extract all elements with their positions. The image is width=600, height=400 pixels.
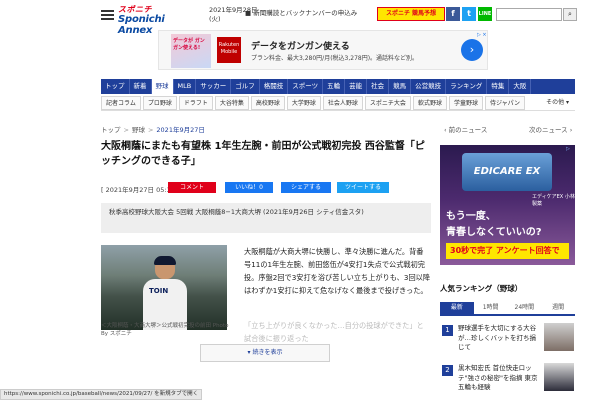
- ad-product: EDICARE EX: [462, 153, 552, 191]
- nav-item-top[interactable]: トップ: [101, 79, 130, 94]
- search-input[interactable]: [496, 8, 562, 21]
- ranking-text: 野球選手を大切にする大谷が…珍しくバットを打ち損じて: [458, 324, 537, 351]
- subnav-item[interactable]: プロ野球: [142, 96, 177, 110]
- nav-item-features[interactable]: 特集: [487, 79, 510, 94]
- player-figure: TOIN: [143, 256, 187, 330]
- ad-cta[interactable]: 30秒で完了 アンケート回答で: [446, 243, 569, 259]
- game-info-box: 秋季高校野球大阪大会 5回戦 大阪桐蔭8−1大商大堺 (2021年9月26日 シ…: [101, 203, 431, 233]
- breadcrumb-baseball[interactable]: 野球: [132, 126, 145, 134]
- facebook-share-button[interactable]: シェアする: [281, 182, 331, 193]
- top-ad-banner[interactable]: データが ガンガン使える! Rakuten Mobile データをガンガン使える…: [158, 30, 488, 70]
- side-ad[interactable]: EDICARE EX エディケアEX 小林製薬 もう一度、 青春しなくていいの?…: [440, 145, 575, 265]
- sub-nav: 記者コラム プロ野球 ドラフト 大谷特集 高校野球 大学野球 社会人野球 スポニ…: [101, 96, 575, 111]
- nav-item-public-racing[interactable]: 公営競技: [411, 79, 447, 94]
- breadcrumb-top[interactable]: トップ: [101, 126, 121, 134]
- ad-close-icon[interactable]: ▷ ×: [477, 32, 487, 38]
- nav-item-new[interactable]: 新着: [130, 79, 152, 94]
- subnav-item[interactable]: スポニチ大会: [364, 96, 411, 110]
- facebook-like-button[interactable]: いいね！0: [225, 182, 273, 193]
- uniform-lettering: TOIN: [149, 287, 169, 295]
- ad-brand: エディケアEX 小林製薬: [532, 194, 575, 207]
- nav-item-ranking[interactable]: ランキング: [446, 79, 488, 94]
- ad-choices-icon[interactable]: ▷: [566, 146, 570, 152]
- hamburger-menu-icon[interactable]: [101, 8, 114, 21]
- nav-item-golf[interactable]: ゴルフ: [231, 79, 260, 94]
- article-photo[interactable]: TOIN: [101, 245, 227, 330]
- ranking-thumbnail: [544, 363, 574, 391]
- tab-24hours[interactable]: 24時間: [508, 302, 542, 314]
- twitter-icon[interactable]: t: [462, 7, 476, 21]
- prev-news-link[interactable]: ‹ 前のニュース: [444, 124, 487, 134]
- ranking-tabs: 最新 1時間 24時間 週間: [440, 302, 575, 316]
- subnav-item[interactable]: 大谷特集: [214, 96, 249, 110]
- next-news-link[interactable]: 次のニュース ›: [529, 124, 572, 134]
- site-header: スポニチ Sponichi Annex 2021年9月28日 (火) ■ 新聞購…: [0, 0, 600, 36]
- ad-image-text: データが ガンガン使える!: [173, 38, 205, 51]
- ranking-number: 1: [442, 325, 453, 336]
- subnav-item[interactable]: 軟式野球: [412, 96, 447, 110]
- ranking-item[interactable]: 1 野球選手を大切にする大谷が…珍しくバットを打ち損じて: [440, 323, 575, 353]
- ad-arrow-icon[interactable]: ›: [461, 39, 483, 61]
- article-headline: 大阪桐蔭にまたも有望株 1年生左腕・前田が公式戦初完投 西谷監督「ピッチングので…: [101, 141, 425, 167]
- news-pager: ‹ 前のニュース 次のニュース ›: [440, 124, 575, 134]
- rakuten-logo: Rakuten Mobile: [217, 37, 241, 63]
- subnav-item[interactable]: 高校野球: [250, 96, 285, 110]
- line-icon[interactable]: LINE: [478, 7, 492, 21]
- logo-line1: スポニチ: [118, 5, 152, 14]
- article-body: 大阪桐蔭が大商大堺に快勝し、準々決勝に進んだ。背番号11の1年生左腕、前田悠伍が…: [244, 247, 431, 295]
- search-icon[interactable]: ⌕: [563, 8, 577, 21]
- subnav-item[interactable]: 学童野球: [448, 96, 483, 110]
- photo-caption: ＜大阪桐蔭・大商大堺＞公式戦初完投の前田 Photo By スポニチ: [101, 323, 229, 337]
- keiba-promo-banner[interactable]: スポニチ 競馬予想: [377, 7, 445, 21]
- nav-item-keiba[interactable]: 競馬: [389, 79, 412, 94]
- nav-item-olympics[interactable]: 五輪: [323, 79, 346, 94]
- breadcrumb: トップ > 野球 >2021年9月27日: [101, 126, 205, 134]
- show-more-button[interactable]: ▾ 続きを表示: [200, 344, 330, 362]
- facebook-icon[interactable]: f: [446, 7, 460, 21]
- article-meta: [ 2021年9月27日 05:30 ] コメント いいね！0 シェアする ツイ…: [101, 182, 431, 194]
- ad-image: データが ガンガン使える!: [171, 34, 211, 68]
- nav-item-society[interactable]: 社会: [367, 79, 390, 94]
- nav-item-soccer[interactable]: サッカー: [196, 79, 232, 94]
- ad-title: データをガンガン使える: [251, 42, 350, 52]
- ad-copy-line1: もう一度、: [446, 211, 496, 222]
- subnav-item[interactable]: 侍ジャパン: [484, 96, 525, 110]
- tweet-button[interactable]: ツイートする: [337, 182, 389, 193]
- tab-latest[interactable]: 最新: [440, 302, 474, 314]
- subnav-item[interactable]: 大学野球: [286, 96, 321, 110]
- subnav-item[interactable]: 社会人野球: [322, 96, 363, 110]
- status-bar-url: https://www.sponichi.co.jp/baseball/news…: [0, 389, 203, 400]
- tab-1hour[interactable]: 1時間: [474, 302, 508, 314]
- ranking-text: 黒木知宏氏 首位快走ロッテ"強さの秘密"を指摘 東京五輪も経験: [458, 364, 538, 391]
- ad-copy-line2: 青春しなくていいの?: [446, 227, 542, 238]
- ad-subtitle: プラン料金、最大3,280円/月(税込3,278円)。通話料など別。: [251, 55, 419, 62]
- nav-item-osaka[interactable]: 大阪: [509, 79, 532, 94]
- ranking-thumbnail: [544, 323, 574, 351]
- nav-item-entertainment[interactable]: 芸能: [345, 79, 368, 94]
- nav-item-mlb[interactable]: MLB: [174, 79, 197, 94]
- nav-item-baseball[interactable]: 野球: [151, 79, 174, 94]
- comment-button[interactable]: コメント: [168, 182, 216, 193]
- tab-weekly[interactable]: 週間: [541, 302, 575, 314]
- subnav-item[interactable]: ドラフト: [178, 96, 213, 110]
- ranking-title: 人気ランキング（野球）: [440, 284, 523, 293]
- ranking-number: 2: [442, 365, 453, 376]
- site-logo[interactable]: スポニチ Sponichi Annex: [118, 5, 200, 36]
- nav-item-sports[interactable]: スポーツ: [288, 79, 324, 94]
- breadcrumb-date[interactable]: 2021年9月27日: [156, 126, 204, 134]
- subscription-link[interactable]: ■ 新聞購読とバックナンバーの申込み: [245, 9, 375, 18]
- main-nav: トップ 新着 野球 MLB サッカー ゴルフ 格闘技 スポーツ 五輪 芸能 社会…: [101, 79, 575, 94]
- subnav-more-dropdown[interactable]: その他 ▾: [542, 96, 573, 110]
- ranking-item[interactable]: 2 黒木知宏氏 首位快走ロッテ"強さの秘密"を指摘 東京五輪も経験: [440, 363, 575, 393]
- article-body-faded: 「立ち上がりが良くなかった…自分の投球ができた」と試合後に振り返った: [244, 321, 424, 343]
- nav-item-fighting[interactable]: 格闘技: [260, 79, 289, 94]
- subnav-item[interactable]: 記者コラム: [101, 96, 141, 110]
